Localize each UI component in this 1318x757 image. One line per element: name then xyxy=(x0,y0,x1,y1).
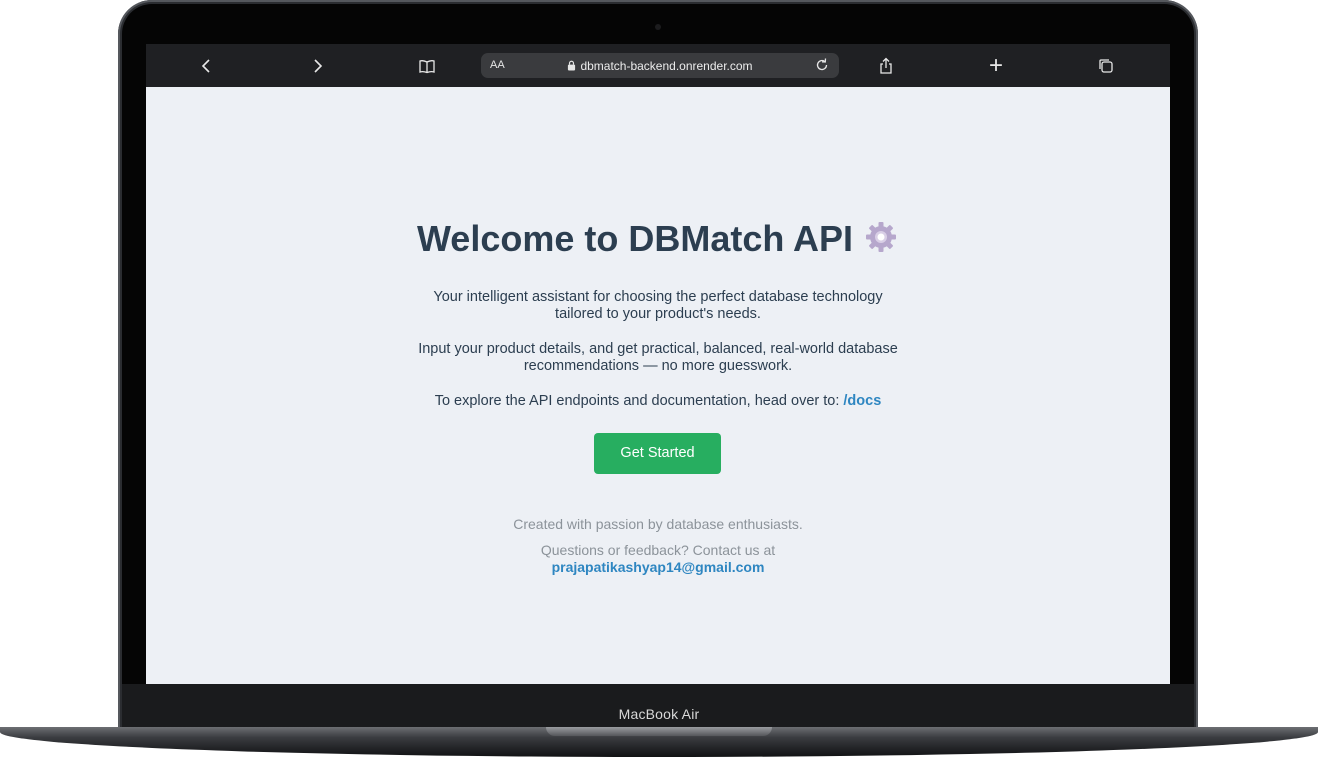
intro-text: Your intelligent assistant for choosing … xyxy=(433,289,883,322)
share-icon[interactable] xyxy=(873,53,899,79)
docs-line: To explore the API endpoints and documen… xyxy=(358,393,958,410)
book-icon[interactable] xyxy=(414,53,440,79)
contact-email-link[interactable]: prajapatikashyap14@gmail.com xyxy=(146,559,1170,576)
footer-contact: Questions or feedback? Contact us at pra… xyxy=(146,542,1170,576)
tabs-icon[interactable] xyxy=(1093,53,1119,79)
lid-notch xyxy=(546,727,772,736)
get-started-button[interactable]: Get Started xyxy=(594,433,721,474)
chevron-right-icon[interactable] xyxy=(304,53,330,79)
browser-toolbar: AA dbmatch-backend.onrender.com + xyxy=(146,44,1170,87)
browser-window: AA dbmatch-backend.onrender.com + Welcom… xyxy=(146,44,1170,684)
footer-credit: Created with passion by database enthusi… xyxy=(513,516,803,532)
gear-icon xyxy=(863,219,899,255)
lock-icon xyxy=(567,60,576,74)
device-label: MacBook Air xyxy=(618,706,700,722)
url-text: dbmatch-backend.onrender.com xyxy=(580,59,753,73)
address-bar[interactable]: AA dbmatch-backend.onrender.com xyxy=(481,53,839,78)
camera-icon xyxy=(655,24,661,30)
page-title: Welcome to DBMatch API xyxy=(146,218,1170,260)
contact-prefix: Questions or feedback? Contact us at xyxy=(540,542,776,558)
page-title-text: Welcome to DBMatch API xyxy=(416,218,854,259)
new-tab-button[interactable]: + xyxy=(983,53,1009,79)
chevron-left-icon[interactable] xyxy=(194,53,220,79)
description-text: Input your product details, and get prac… xyxy=(418,341,898,374)
docs-link[interactable]: /docs xyxy=(843,393,881,409)
page-content: Welcome to DBMatch API Your intelligent … xyxy=(146,87,1170,684)
reload-icon[interactable] xyxy=(813,56,831,74)
docs-prefix: To explore the API endpoints and documen… xyxy=(434,393,840,409)
